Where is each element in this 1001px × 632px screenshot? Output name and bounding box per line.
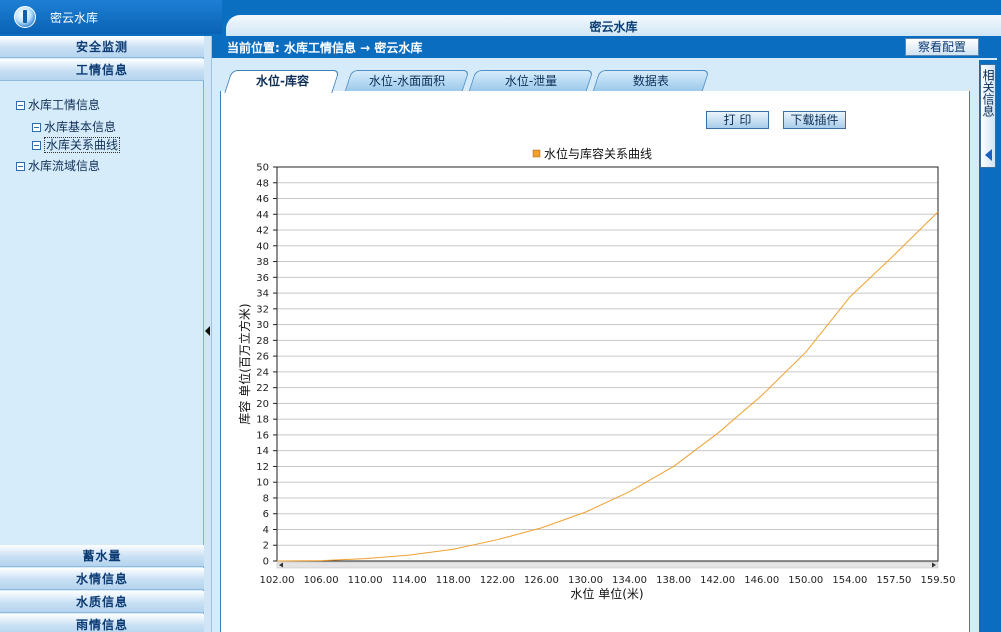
y-tick-label: 2 (263, 541, 269, 552)
tab-bar: 水位-库容 水位-水面面积 水位-泄量 数据表 (220, 70, 710, 93)
y-tick-label: 20 (256, 399, 269, 410)
x-tick-label: 154.00 (832, 575, 867, 586)
app-tab[interactable]: 密云水库 (0, 0, 222, 34)
related-info-tab[interactable]: 相关信息 (980, 64, 996, 168)
y-tick-label: 4 (263, 525, 269, 536)
x-tick-label: 159.50 (921, 575, 956, 586)
y-tick-label: 30 (256, 320, 269, 331)
tab-label: 数据表 (632, 74, 669, 88)
scrollbar-track[interactable] (276, 561, 939, 569)
title-bar: 密云水库 密云水库 (0, 0, 1001, 36)
sidebar-header-rainfall[interactable]: 雨情信息 (0, 614, 204, 632)
chart-legend: 水位与库容关系曲线 (532, 146, 652, 161)
app-title: 密云水库 (50, 11, 99, 25)
x-tick-label: 142.00 (700, 575, 735, 586)
tree-item-label: 水库工情信息 (28, 98, 101, 112)
sidebar-header-water-quality[interactable]: 水质信息 (0, 591, 204, 613)
x-tick-label: 134.00 (612, 575, 647, 586)
x-tick-label: 150.00 (788, 575, 823, 586)
tree-item-label: 水库关系曲线 (44, 137, 121, 153)
sidebar-header-hydrology[interactable]: 水情信息 (0, 568, 204, 590)
capacity-chart: 水位与库容关系曲线 102.00 106.00 110.00 114.00 118.00… (237, 146, 956, 601)
tree-item-relation-curve[interactable]: 水库关系曲线 (32, 136, 121, 153)
tab-level-capacity[interactable]: 水位-库容 (224, 70, 340, 93)
tab-level-discharge[interactable]: 水位-泄量 (468, 70, 594, 92)
x-tick-label: 146.00 (744, 575, 779, 586)
series-line (276, 211, 939, 562)
x-tick-label: 126.00 (524, 575, 559, 586)
y-tick-label: 38 (256, 257, 269, 268)
x-tick-label: 106.00 (304, 575, 339, 586)
y-tick-label: 28 (256, 336, 269, 347)
tree-item-label: 水库流域信息 (28, 159, 101, 173)
tab-label: 水位-水面面积 (368, 74, 446, 88)
view-config-button[interactable]: 察看配置 (905, 38, 979, 56)
y-tick-label: 8 (263, 493, 269, 504)
x-axis-ticks: 102.00 106.00 110.00 114.00 118.00 122.00 126.… (260, 575, 956, 586)
y-tick-label: 16 (256, 430, 269, 441)
x-tick-label: 157.50 (876, 575, 911, 586)
y-tick-label: 24 (256, 367, 269, 378)
page-title: 密云水库 (589, 20, 638, 34)
chart-scrollbar[interactable] (276, 561, 939, 569)
sidebar-header-storage[interactable]: 蓄水量 (0, 545, 204, 567)
related-info-label: 相关信息 (981, 69, 995, 117)
x-tick-label: 130.00 (568, 575, 603, 586)
y-tick-label: 36 (256, 273, 269, 284)
y-tick-label: 22 (256, 383, 269, 394)
x-tick-label: 138.00 (656, 575, 691, 586)
tab-content: 打 印 下载插件 水位与库容关系曲线 102.00 106.00 110.00 114… (220, 91, 970, 632)
tab-level-area[interactable]: 水位-水面面积 (344, 70, 470, 92)
right-edge (997, 36, 1001, 632)
x-tick-label: 110.00 (348, 575, 383, 586)
y-tick-label: 40 (256, 241, 269, 252)
x-tick-label: 114.00 (392, 575, 427, 586)
y-tick-label: 12 (256, 462, 269, 473)
y-tick-label: 6 (263, 509, 269, 520)
tab-label: 水位-泄量 (504, 74, 558, 88)
legend-label: 水位与库容关系曲线 (544, 146, 652, 161)
collapse-icon[interactable] (32, 141, 41, 150)
x-tick-label: 122.00 (480, 575, 515, 586)
tree-item-basic-info[interactable]: 水库基本信息 (32, 118, 116, 135)
info-icon (14, 6, 36, 28)
expand-left-icon[interactable] (985, 149, 992, 161)
x-tick-label: 118.00 (436, 575, 471, 586)
sidebar: 安全监测 工情信息 水库工情信息 水库基本信息 水库关系曲线 水库流域信息 蓄水… (0, 36, 204, 632)
tab-data-table[interactable]: 数据表 (592, 70, 710, 92)
breadcrumb: 当前位置: 水库工情信息 → 密云水库 (227, 41, 423, 55)
tree-item-reservoir-works[interactable]: 水库工情信息 (16, 96, 100, 113)
sidebar-header-works[interactable]: 工情信息 (0, 59, 204, 81)
y-tick-label: 48 (256, 178, 269, 189)
y-tick-label: 50 (256, 163, 269, 174)
tab-label: 水位-库容 (255, 74, 309, 88)
tree-item-label: 水库基本信息 (44, 120, 117, 134)
breadcrumb-bar: 当前位置: 水库工情信息 → 密云水库 察看配置 (212, 36, 1001, 58)
y-tick-label: 46 (256, 194, 269, 205)
y-axis-ticks: 0246810121416182022242628303234363840424… (256, 163, 277, 568)
y-tick-label: 44 (256, 210, 269, 221)
collapse-icon[interactable] (32, 123, 41, 132)
main-panel: 当前位置: 水库工情信息 → 密云水库 察看配置 水位-库容 水位-水面面积 水… (212, 36, 1001, 632)
y-tick-label: 42 (256, 226, 269, 237)
page-title-strip: 密云水库 (226, 15, 1001, 36)
collapse-icon[interactable] (16, 101, 25, 110)
x-axis-label: 水位 单位(米) (570, 586, 643, 601)
y-axis-label: 库容 单位(百万立方米) (237, 303, 252, 424)
y-tick-label: 26 (256, 352, 269, 363)
collapse-icon[interactable] (16, 162, 25, 171)
y-tick-label: 34 (256, 289, 269, 300)
y-tick-label: 10 (256, 478, 269, 489)
collapse-left-icon[interactable] (205, 326, 210, 336)
x-tick-label: 102.00 (260, 575, 295, 586)
y-tick-label: 14 (256, 446, 269, 457)
y-tick-label: 0 (263, 557, 269, 568)
tree-item-basin-info[interactable]: 水库流域信息 (16, 157, 100, 174)
legend-swatch (532, 149, 541, 158)
y-tick-label: 32 (256, 304, 269, 315)
sidebar-header-safety[interactable]: 安全监测 (0, 36, 204, 58)
related-info-bar: 相关信息 (979, 60, 997, 632)
sidebar-splitter[interactable] (204, 36, 212, 632)
y-tick-label: 18 (256, 415, 269, 426)
